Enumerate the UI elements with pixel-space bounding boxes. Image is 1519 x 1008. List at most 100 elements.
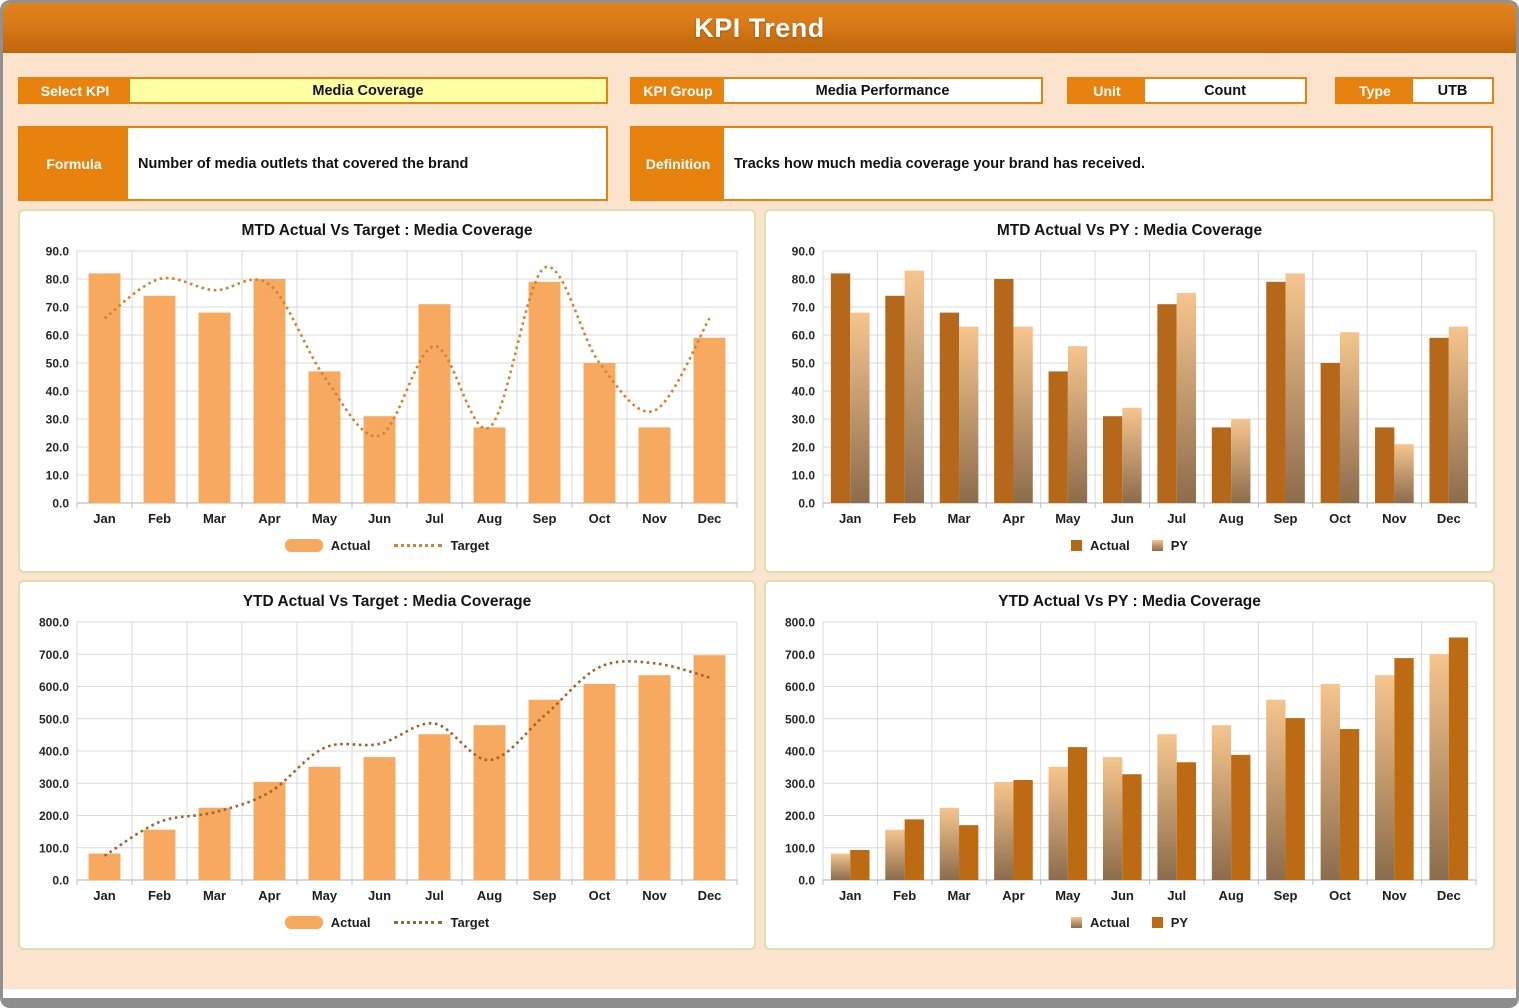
svg-text:Oct: Oct xyxy=(1329,511,1351,526)
kpi-trend-header: KPI Trend xyxy=(3,3,1516,53)
svg-text:Jan: Jan xyxy=(93,511,115,526)
kpi-description-row: Formula Number of media outlets that cov… xyxy=(18,126,1501,201)
chart-title: MTD Actual Vs Target : Media Coverage xyxy=(241,222,532,240)
svg-text:Nov: Nov xyxy=(642,511,667,526)
svg-text:200.0: 200.0 xyxy=(785,809,815,823)
svg-text:500.0: 500.0 xyxy=(785,712,815,726)
svg-text:Sep: Sep xyxy=(1274,888,1298,903)
svg-text:40.0: 40.0 xyxy=(792,385,816,399)
legend-actual-swatch xyxy=(1071,540,1082,551)
legend-target-dotted-line xyxy=(394,921,442,924)
svg-text:Dec: Dec xyxy=(698,511,722,526)
select-kpi-label: Select KPI xyxy=(20,79,130,102)
svg-text:Aug: Aug xyxy=(1218,511,1243,526)
type-label: Type xyxy=(1337,79,1413,102)
svg-text:500.0: 500.0 xyxy=(39,712,69,726)
svg-text:Feb: Feb xyxy=(893,888,916,903)
svg-text:Dec: Dec xyxy=(698,888,722,903)
svg-text:300.0: 300.0 xyxy=(39,777,69,791)
svg-text:10.0: 10.0 xyxy=(792,469,816,483)
svg-text:Aug: Aug xyxy=(1218,888,1243,903)
chart-title: YTD Actual Vs Target : Media Coverage xyxy=(243,593,532,611)
svg-text:40.0: 40.0 xyxy=(46,385,70,399)
svg-text:Nov: Nov xyxy=(1382,888,1407,903)
svg-text:Apr: Apr xyxy=(258,888,280,903)
svg-text:Mar: Mar xyxy=(203,888,226,903)
svg-text:Apr: Apr xyxy=(1002,888,1024,903)
svg-text:Mar: Mar xyxy=(947,888,970,903)
legend-py-label: PY xyxy=(1171,538,1188,553)
legend-py-label: PY xyxy=(1171,915,1188,930)
svg-text:May: May xyxy=(1055,511,1081,526)
legend-target-dotted-line xyxy=(394,544,442,547)
svg-text:20.0: 20.0 xyxy=(46,441,70,455)
svg-text:Oct: Oct xyxy=(1329,888,1351,903)
chart-legend: Actual PY xyxy=(1071,531,1188,559)
svg-text:Aug: Aug xyxy=(477,888,502,903)
unit-label: Unit xyxy=(1069,79,1145,102)
ytd-target-chart-canvas[interactable]: 0.0100.0200.0300.0400.0500.0600.0700.080… xyxy=(23,614,751,908)
svg-text:May: May xyxy=(312,511,338,526)
svg-text:50.0: 50.0 xyxy=(792,357,816,371)
chart-panel-ytd-py: YTD Actual Vs PY : Media Coverage 0.0100… xyxy=(764,580,1495,950)
svg-text:80.0: 80.0 xyxy=(46,273,70,287)
svg-text:80.0: 80.0 xyxy=(792,273,816,287)
legend-target-label: Target xyxy=(450,915,489,930)
svg-text:700.0: 700.0 xyxy=(785,648,815,662)
svg-text:Feb: Feb xyxy=(148,888,171,903)
svg-text:70.0: 70.0 xyxy=(792,301,816,315)
svg-text:60.0: 60.0 xyxy=(46,329,70,343)
legend-actual-label: Actual xyxy=(1090,915,1130,930)
dashboard-content: Select KPI Media Coverage KPI Group Medi… xyxy=(3,53,1516,989)
svg-text:400.0: 400.0 xyxy=(39,745,69,759)
unit-value: Count xyxy=(1145,79,1305,102)
svg-text:30.0: 30.0 xyxy=(792,413,816,427)
formula-value: Number of media outlets that covered the… xyxy=(128,128,606,199)
svg-text:600.0: 600.0 xyxy=(39,680,69,694)
mtd-py-chart-canvas[interactable]: 0.010.020.030.040.050.060.070.080.090.0J… xyxy=(769,243,1490,531)
chart-panel-mtd-target: MTD Actual Vs Target : Media Coverage 0.… xyxy=(18,209,756,573)
svg-text:800.0: 800.0 xyxy=(39,616,69,630)
svg-text:600.0: 600.0 xyxy=(785,680,815,694)
legend-actual-label: Actual xyxy=(331,538,371,553)
mtd-target-chart-canvas[interactable]: 0.010.020.030.040.050.060.070.080.090.0J… xyxy=(23,243,751,531)
svg-text:Nov: Nov xyxy=(642,888,667,903)
svg-text:200.0: 200.0 xyxy=(39,809,69,823)
svg-text:Feb: Feb xyxy=(148,511,171,526)
svg-text:Sep: Sep xyxy=(1274,511,1298,526)
legend-actual-swatch xyxy=(285,916,323,929)
svg-text:Sep: Sep xyxy=(533,511,557,526)
svg-text:100.0: 100.0 xyxy=(39,841,69,855)
legend-target-label: Target xyxy=(450,538,489,553)
svg-text:50.0: 50.0 xyxy=(46,357,70,371)
window-bottom-strip xyxy=(3,989,1516,998)
formula-control: Formula Number of media outlets that cov… xyxy=(18,126,608,201)
formula-label: Formula xyxy=(20,128,128,199)
svg-text:20.0: 20.0 xyxy=(792,441,816,455)
ytd-py-chart-canvas[interactable]: 0.0100.0200.0300.0400.0500.0600.0700.080… xyxy=(769,614,1490,908)
chart-legend: Actual PY xyxy=(1071,908,1188,936)
svg-text:0.0: 0.0 xyxy=(52,497,69,511)
legend-actual-label: Actual xyxy=(331,915,371,930)
svg-text:Dec: Dec xyxy=(1437,888,1461,903)
svg-text:0.0: 0.0 xyxy=(798,874,815,888)
chart-title: MTD Actual Vs PY : Media Coverage xyxy=(997,222,1262,240)
type-value: UTB xyxy=(1413,79,1492,102)
kpi-group-label: KPI Group xyxy=(632,79,724,102)
svg-text:70.0: 70.0 xyxy=(46,301,70,315)
chart-panel-mtd-py: MTD Actual Vs PY : Media Coverage 0.010.… xyxy=(764,209,1495,573)
svg-text:Jun: Jun xyxy=(368,511,391,526)
legend-actual-swatch xyxy=(285,539,323,552)
select-kpi-control: Select KPI Media Coverage xyxy=(18,77,608,104)
svg-text:90.0: 90.0 xyxy=(792,245,816,259)
svg-text:Feb: Feb xyxy=(893,511,916,526)
svg-text:Jun: Jun xyxy=(1111,511,1134,526)
svg-text:Jul: Jul xyxy=(1167,511,1186,526)
svg-text:Jul: Jul xyxy=(1167,888,1186,903)
svg-text:Jun: Jun xyxy=(1111,888,1134,903)
select-kpi-value[interactable]: Media Coverage xyxy=(130,79,606,102)
svg-text:Aug: Aug xyxy=(477,511,502,526)
legend-actual-swatch xyxy=(1071,917,1082,928)
kpi-group-value: Media Performance xyxy=(724,79,1041,102)
chart-title: YTD Actual Vs PY : Media Coverage xyxy=(998,593,1261,611)
